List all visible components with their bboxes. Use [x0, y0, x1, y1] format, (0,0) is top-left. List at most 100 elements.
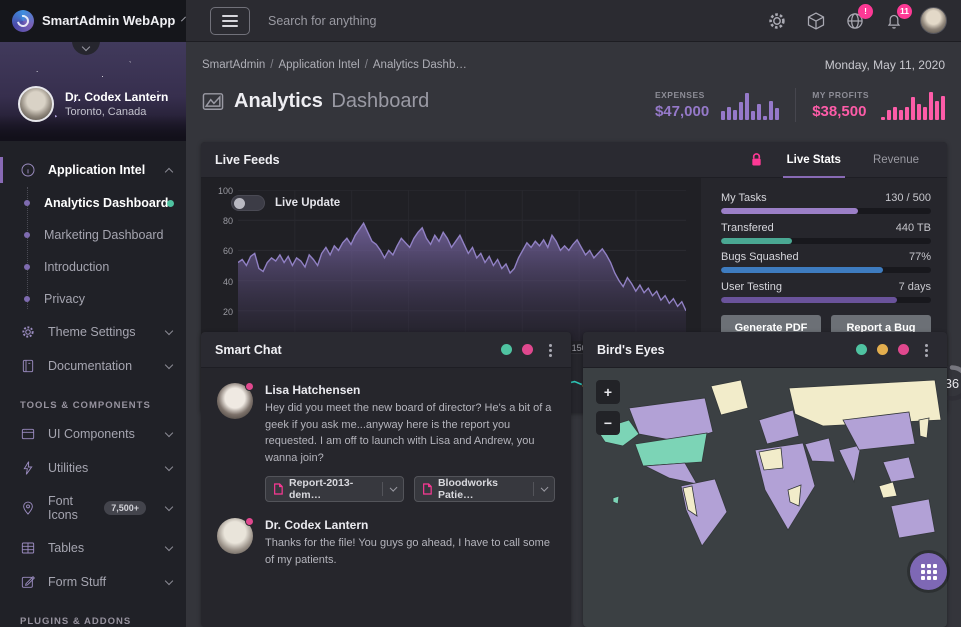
progress-bar: [721, 267, 883, 273]
status-dot[interactable]: [522, 344, 533, 355]
panel-title: Smart Chat: [215, 343, 282, 357]
notifications-bell-icon[interactable]: 11: [881, 8, 907, 34]
attachment-button[interactable]: Report-2013-dem…: [265, 476, 404, 502]
sidebar-item-label: Documentation: [48, 359, 154, 373]
map-zoom-in-button[interactable]: +: [596, 380, 620, 404]
sidebar-item-introduction[interactable]: Introduction: [0, 251, 186, 283]
brand-name: SmartAdmin WebApp: [42, 13, 175, 28]
tab-live-stats[interactable]: Live Stats: [773, 142, 855, 178]
chevron-down-icon: [165, 462, 173, 470]
status-dot[interactable]: [898, 344, 909, 355]
sidebar-item-documentation[interactable]: Documentation: [0, 349, 186, 383]
kpi-sparkline-bars: [721, 90, 779, 120]
live-update-toggle[interactable]: [231, 195, 265, 211]
sidebar-item-privacy[interactable]: Privacy: [0, 283, 186, 315]
chevron-down-icon: [82, 43, 90, 51]
chevron-down-icon: [165, 502, 173, 510]
status-dot[interactable]: [501, 344, 512, 355]
progress-bar: [721, 297, 897, 303]
lock-icon: [750, 152, 763, 167]
kebab-menu-icon[interactable]: [919, 342, 933, 358]
sidebar-item-utilities[interactable]: Utilities: [0, 451, 186, 485]
language-globe-icon[interactable]: !: [842, 8, 868, 34]
package-icon[interactable]: [803, 8, 829, 34]
attachment-label: Report-2013-dem…: [289, 477, 374, 501]
chat-text: Hey did you meet the new board of direct…: [265, 400, 555, 466]
settings-gear-icon[interactable]: [764, 8, 790, 34]
kpi-label: EXPENSES: [655, 90, 709, 100]
live-chart-area: Live Update 100806040200 025507510012515…: [201, 178, 701, 353]
sidebar-section-plugins: Plugins & Addons: [0, 599, 186, 627]
search-input[interactable]: [268, 14, 568, 28]
sidebar-item-tables[interactable]: Tables: [0, 531, 186, 565]
tab-revenue[interactable]: Revenue: [859, 142, 933, 178]
stat-value: 77%: [909, 251, 931, 263]
sidebar-item-label: Utilities: [48, 461, 154, 475]
user-avatar[interactable]: [920, 7, 947, 34]
grid-icon: [921, 564, 937, 580]
chat-author: Dr. Codex Lantern: [265, 518, 555, 532]
chat-message: Dr. Codex Lantern Thanks for the file! Y…: [217, 518, 555, 568]
file-icon: [273, 483, 283, 495]
sidebar-item-application-intel[interactable]: Application Intel: [0, 153, 186, 187]
chat-message: Lisa Hatchensen Hey did you meet the new…: [217, 383, 555, 502]
kpi-value: $47,000: [655, 103, 709, 120]
attachment-label: Bloodworks Patie…: [438, 477, 525, 501]
map-zoom-out-button[interactable]: −: [596, 411, 620, 435]
stat-label: User Testing: [721, 281, 782, 293]
status-dot[interactable]: [856, 344, 867, 355]
bell-badge: 11: [897, 4, 912, 19]
world-map-svg: [583, 368, 947, 608]
app-shortcuts-button[interactable]: [910, 553, 947, 590]
breadcrumb-item[interactable]: Application Intel: [278, 59, 359, 71]
kpi-profits: MY PROFITS $38,500: [812, 90, 945, 120]
font-icons-badge: 7,500+: [104, 501, 146, 515]
panel-title: Bird's Eyes: [597, 343, 665, 357]
sidebar-item-label: Analytics Dashboard: [44, 196, 172, 210]
sidebar-item-label: Font Icons: [48, 494, 92, 522]
sidebar: Dr. Codex Lantern Toronto, Canada Applic…: [0, 42, 186, 627]
sidebar-item-form-stuff[interactable]: Form Stuff: [0, 565, 186, 599]
world-map[interactable]: + −: [583, 368, 947, 627]
axis-tick-label: 20: [223, 307, 233, 317]
sidebar-item-label: Marketing Dashboard: [44, 228, 172, 242]
divider: [795, 88, 796, 122]
kpi-expenses: EXPENSES $47,000: [655, 90, 779, 120]
status-dot[interactable]: [877, 344, 888, 355]
profile-location: Toronto, Canada: [65, 106, 168, 118]
chevron-up-icon: [165, 167, 173, 175]
sidebar-item-theme-settings[interactable]: Theme Settings: [0, 315, 186, 349]
page-date: Monday, May 11, 2020: [825, 58, 945, 72]
stat-bugs-squashed: Bugs Squashed77%: [721, 251, 931, 273]
profile-collapse-button[interactable]: [72, 42, 100, 55]
menu-toggle-button[interactable]: [210, 7, 250, 35]
attachment-button[interactable]: Bloodworks Patie…: [414, 476, 555, 502]
sidebar-item-label: Theme Settings: [48, 325, 154, 339]
sidebar-item-label: Introduction: [44, 260, 172, 274]
file-icon: [422, 483, 432, 495]
sidebar-item-font-icons[interactable]: Font Icons 7,500+: [0, 485, 186, 531]
profile-avatar[interactable]: [18, 86, 54, 122]
sidebar-item-analytics-dashboard[interactable]: Analytics Dashboard: [0, 187, 186, 219]
sidebar-item-marketing-dashboard[interactable]: Marketing Dashboard: [0, 219, 186, 251]
breadcrumb-item: Analytics Dashb…: [373, 59, 467, 71]
progress-bar: [721, 238, 792, 244]
sidebar-item-label: Privacy: [44, 292, 172, 306]
chat-avatar[interactable]: [217, 518, 253, 554]
chat-author: Lisa Hatchensen: [265, 383, 555, 397]
live-update-label: Live Update: [275, 197, 340, 209]
chat-avatar[interactable]: [217, 383, 253, 419]
kebab-menu-icon[interactable]: [543, 342, 557, 358]
brand[interactable]: SmartAdmin WebApp: [0, 0, 186, 42]
online-status-dot: [245, 517, 254, 526]
chevron-down-icon: [165, 428, 173, 436]
top-navbar: SmartAdmin WebApp ! 11: [0, 0, 961, 42]
sidebar-item-label: UI Components: [48, 427, 154, 441]
sidebar-item-label: Form Stuff: [48, 575, 154, 589]
live-stats-list: My Tasks130 / 500 Transfered440 TB Bugs …: [701, 178, 947, 353]
live-chart-svg: [238, 190, 686, 341]
breadcrumb-item[interactable]: SmartAdmin: [202, 59, 265, 71]
stat-label: My Tasks: [721, 192, 767, 204]
sidebar-item-ui-components[interactable]: UI Components: [0, 417, 186, 451]
active-indicator-dot: [167, 200, 174, 207]
